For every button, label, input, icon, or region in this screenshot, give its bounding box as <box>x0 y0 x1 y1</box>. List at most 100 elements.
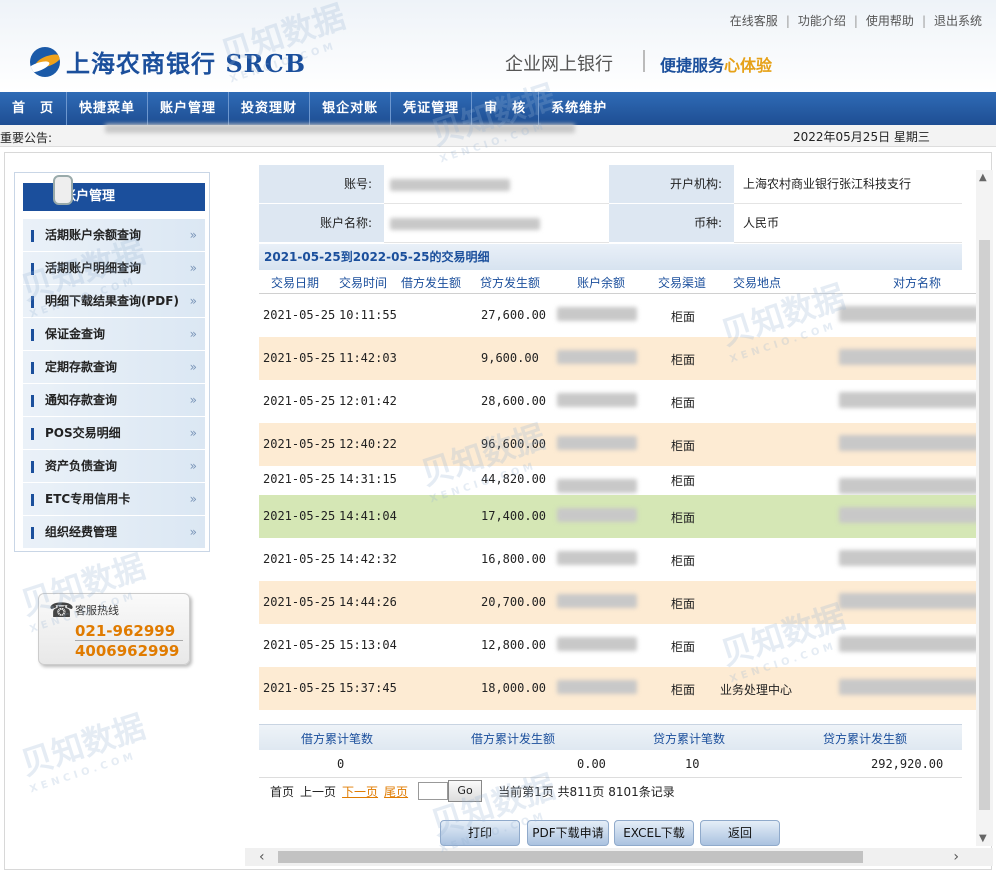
cell-counterparty <box>839 435 979 451</box>
cell-counterparty <box>839 550 979 566</box>
nav-home[interactable]: 首 页 <box>0 92 68 125</box>
scroll-right-icon[interactable]: › <box>953 848 959 866</box>
cell-channel: 柜面 <box>671 554 696 568</box>
scroll-up-icon[interactable]: ▲ <box>979 172 987 183</box>
go-button[interactable]: Go <box>448 780 483 802</box>
slogan-tagline-b: 心体验 <box>724 56 773 75</box>
page-number-input[interactable] <box>418 782 449 800</box>
nav-voucher[interactable]: 凭证管理 <box>391 92 473 125</box>
sidebar-item-pos-detail[interactable]: POS交易明细 » <box>23 417 205 450</box>
summary-credit-amount: 292,920.00 <box>871 757 944 771</box>
vertical-scroll-thumb[interactable] <box>979 240 990 810</box>
column-header-channel: 交易渠道 <box>658 276 707 290</box>
sidebar-item-current-balance[interactable]: 活期账户余额查询 » <box>23 219 205 252</box>
sidebar-item-notice-deposit[interactable]: 通知存款查询 » <box>23 384 205 417</box>
cell-date: 2021-05-25 <box>263 351 336 365</box>
cell-time: 12:40:22 <box>339 437 397 451</box>
nav-system[interactable]: 系统维护 <box>539 92 619 125</box>
chevron-right-icon: » <box>189 492 197 506</box>
currency-label: 币种: <box>609 204 734 243</box>
nav-reconciliation[interactable]: 银企对账 <box>310 92 392 125</box>
cell-balance <box>557 637 637 651</box>
telephone-icon: ☎ <box>49 598 74 622</box>
pdf-download-button[interactable]: PDF下载申请 <box>527 820 609 846</box>
cell-credit: 17,400.00 <box>481 509 547 523</box>
nav-quick-menu[interactable]: 快捷菜单 <box>67 92 149 125</box>
cell-time: 10:11:55 <box>339 308 397 322</box>
cell-date: 2021-05-25 <box>263 437 336 451</box>
transaction-table: 交易日期 交易时间 借方发生额 贷方发生额 账户余额 交易渠道 交易地点 对方名… <box>259 270 989 710</box>
cell-channel: 柜面 <box>671 597 696 611</box>
logout-link[interactable]: 退出系统 <box>934 14 982 28</box>
summary-debit-count: 0 <box>337 757 345 771</box>
clipboard-icon <box>53 175 73 205</box>
current-date: 2022年05月25日 星期三 <box>793 130 930 144</box>
back-button[interactable]: 返回 <box>700 820 780 846</box>
summary-table: 借方累计笔数 借方累计发生额 贷方累计笔数 贷方累计发生额 0 0.00 10 … <box>259 724 962 778</box>
cell-date: 2021-05-25 <box>263 638 336 652</box>
summary-header-credit-count: 贷方累计笔数 <box>653 732 726 746</box>
sidebar-item-current-detail[interactable]: 活期账户明细查询 » <box>23 252 205 285</box>
help-link[interactable]: 使用帮助 <box>866 14 914 28</box>
header: 在线客服 | 功能介绍 | 使用帮助 | 退出系统 上海农商银行 SRCB 企业网上银行 便… <box>0 0 996 92</box>
sidebar-item-pdf-download[interactable]: 明细下载结果查询(PDF) » <box>23 285 205 318</box>
sidebar-item-etc-card[interactable]: ETC专用信用卡 » <box>23 483 205 516</box>
last-page-link[interactable]: 尾页 <box>384 783 408 800</box>
page-status: 当前第1页 共811页 8101条记录 <box>498 784 675 799</box>
cell-balance <box>557 350 637 364</box>
scroll-down-icon[interactable]: ▼ <box>979 833 987 844</box>
chevron-right-icon: » <box>189 360 197 374</box>
sidebar-item-label: 保证金查询 <box>45 327 106 341</box>
sidebar-item-balance-sheet[interactable]: 资产负债查询 » <box>23 450 205 483</box>
table-body: 2021-05-25 10:11:55 27,600.00 柜面 2021-05-25 1… <box>259 294 989 710</box>
top-link-separator: | <box>785 14 790 28</box>
bank-logo: 上海农商银行 SRCB <box>30 44 306 79</box>
cell-counterparty <box>839 507 979 523</box>
cell-time: 11:42:03 <box>339 351 397 365</box>
print-button[interactable]: 打印 <box>440 820 520 846</box>
hotline-divider <box>75 640 183 641</box>
cell-channel: 柜面 <box>671 353 696 367</box>
cell-date: 2021-05-25 <box>263 681 336 695</box>
prev-page-link[interactable]: 上一页 <box>300 783 336 800</box>
cell-date: 2021-05-25 <box>263 595 336 609</box>
cell-balance <box>557 551 637 565</box>
next-page-link[interactable]: 下一页 <box>342 783 378 800</box>
column-header-credit: 贷方发生额 <box>480 276 541 290</box>
cell-time: 14:31:15 <box>339 472 397 486</box>
notice-text[interactable] <box>105 122 575 136</box>
summary-header: 借方累计笔数 借方累计发生额 贷方累计笔数 贷方累计发生额 <box>259 724 962 750</box>
first-page-link[interactable]: 首页 <box>270 783 294 800</box>
vertical-scrollbar[interactable]: ▲ ▼ <box>976 170 993 846</box>
column-header-debit: 借方发生额 <box>401 276 462 290</box>
nav-audit[interactable]: 审 核 <box>472 92 540 125</box>
notice-label: 重要公告: <box>0 131 53 145</box>
cell-credit: 9,600.00 <box>481 351 539 365</box>
cell-credit: 18,000.00 <box>481 681 547 695</box>
cell-credit: 12,800.00 <box>481 638 547 652</box>
cell-channel: 柜面 <box>671 439 696 453</box>
detail-title: 2021-05-25到2022-05-25的交易明细 <box>259 244 962 270</box>
top-links: 在线客服 | 功能介绍 | 使用帮助 | 退出系统 <box>730 12 982 29</box>
horizontal-scroll-thumb[interactable] <box>278 851 863 863</box>
cell-counterparty <box>839 306 979 322</box>
slogan-divider <box>643 50 645 72</box>
sidebar-item-fixed-deposit[interactable]: 定期存款查询 » <box>23 351 205 384</box>
feature-intro-link[interactable]: 功能介绍 <box>798 14 846 28</box>
online-service-link[interactable]: 在线客服 <box>730 14 778 28</box>
sidebar-item-org-funds[interactable]: 组织经费管理 » <box>23 516 205 549</box>
column-header-date: 交易日期 <box>271 276 320 290</box>
nav-account-management[interactable]: 账户管理 <box>148 92 230 125</box>
sidebar-item-deposit-guarantee[interactable]: 保证金查询 » <box>23 318 205 351</box>
cell-counterparty <box>839 679 979 695</box>
sidebar: 账户管理 活期账户余额查询 » 活期账户明细查询 » 明细下载结果查询(PDF) » … <box>14 172 210 552</box>
excel-download-button[interactable]: EXCEL下载 <box>614 820 694 846</box>
account-name-label: 账户名称: <box>259 204 384 243</box>
nav-investment[interactable]: 投资理财 <box>229 92 311 125</box>
scroll-left-icon[interactable]: ‹ <box>259 848 265 866</box>
chevron-right-icon: » <box>189 327 197 341</box>
summary-row: 0 0.00 10 292,920.00 <box>259 750 962 778</box>
summary-header-credit-amount: 贷方累计发生额 <box>823 732 908 746</box>
logo-text: 上海农商银行 SRCB <box>66 49 307 78</box>
horizontal-scrollbar[interactable]: ‹ › <box>245 848 993 866</box>
